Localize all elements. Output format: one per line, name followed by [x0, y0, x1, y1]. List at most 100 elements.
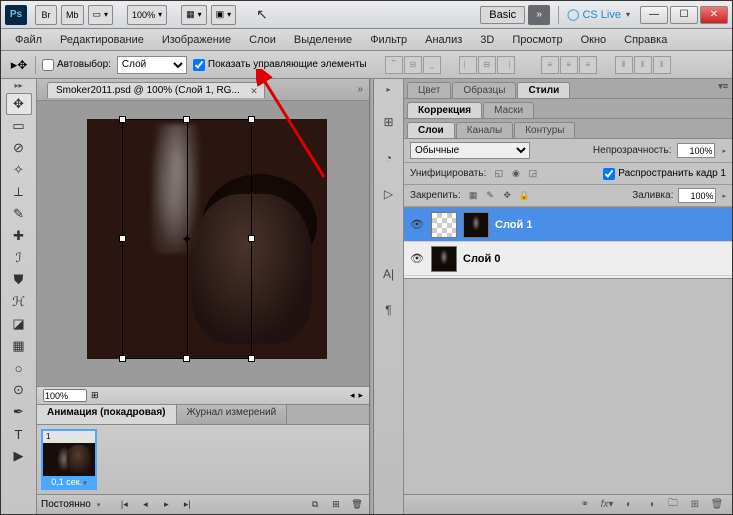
visibility-icon[interactable]: 👁 [410, 252, 425, 265]
tab-animation[interactable]: Анимация (покадровая) [37, 405, 177, 424]
align-vcenter[interactable]: ⊟ [404, 56, 422, 74]
distribute-5[interactable]: ⦀ [634, 56, 652, 74]
fx-icon[interactable]: fx▾ [598, 499, 616, 510]
new-frame[interactable]: ⊞ [328, 498, 344, 512]
paragraph-icon[interactable]: ¶ [378, 299, 400, 321]
align-hcenter[interactable]: ⊟ [478, 56, 496, 74]
transform-handle[interactable] [183, 116, 190, 123]
propagate-frame-checkbox[interactable]: Распространить кадр 1 [603, 168, 726, 180]
close-button[interactable]: ✕ [700, 6, 728, 24]
transform-handle[interactable] [248, 355, 255, 362]
menu-window[interactable]: Окно [573, 32, 615, 48]
layer-thumbnail[interactable] [431, 212, 457, 238]
group-icon[interactable]: 🗀 [664, 496, 682, 513]
heal-tool[interactable]: ✚ [6, 225, 32, 247]
layer-thumbnail[interactable] [463, 212, 489, 238]
wand-tool[interactable]: ✧ [6, 159, 32, 181]
layer-name[interactable]: Слой 0 [463, 253, 500, 265]
workspace-switcher[interactable]: » [528, 5, 550, 25]
layer-name[interactable]: Слой 1 [495, 219, 532, 231]
character-icon[interactable]: A| [378, 263, 400, 285]
blend-mode-select[interactable]: Обычные [410, 142, 530, 159]
transform-handle[interactable] [248, 116, 255, 123]
layer-row[interactable]: 👁 Слой 1 [404, 208, 732, 242]
transform-handle[interactable] [119, 355, 126, 362]
mask-icon[interactable]: ◐ [620, 499, 638, 510]
tab-styles[interactable]: Стили [517, 82, 570, 98]
navigator-icon[interactable]: ◔ [378, 147, 400, 169]
bridge-button[interactable]: Br [35, 5, 57, 25]
dodge-tool[interactable]: ⊙ [6, 379, 32, 401]
move-tool[interactable]: ✥ [6, 93, 32, 115]
tab-paths[interactable]: Контуры [514, 122, 575, 138]
histogram-icon[interactable]: ⊞ [378, 111, 400, 133]
unify-pos-icon[interactable]: ◱ [491, 166, 506, 181]
transform-handle[interactable] [248, 235, 255, 242]
close-tab-icon[interactable]: ✕ [250, 86, 258, 97]
auto-select-checkbox[interactable]: Автовыбор: [42, 59, 111, 71]
distribute-6[interactable]: ⦀ [653, 56, 671, 74]
menu-layer[interactable]: Слои [241, 32, 284, 48]
canvas[interactable]: ✦ [87, 119, 327, 359]
menu-edit[interactable]: Редактирование [52, 32, 152, 48]
loop-mode[interactable]: Постоянно [41, 499, 91, 510]
menu-filter[interactable]: Фильтр [362, 32, 415, 48]
menu-view[interactable]: Просмотр [504, 32, 570, 48]
opacity-input[interactable] [677, 143, 715, 158]
first-frame[interactable]: |◂ [116, 498, 132, 512]
prev-frame[interactable]: ◂ [137, 498, 153, 512]
history-brush-tool[interactable]: ℋ [6, 291, 32, 313]
menu-3d[interactable]: 3D [472, 32, 502, 48]
eyedropper-tool[interactable]: ✎ [6, 203, 32, 225]
next-frame[interactable]: ▸| [179, 498, 195, 512]
fill-input[interactable] [678, 188, 716, 203]
marquee-tool[interactable]: ▭ [6, 115, 32, 137]
panel-menu-icon[interactable]: ▾≡ [718, 81, 728, 92]
extras-button[interactable]: ▣ [211, 5, 237, 25]
gradient-tool[interactable]: ▦ [6, 335, 32, 357]
pen-tool[interactable]: ✒ [6, 401, 32, 423]
menu-image[interactable]: Изображение [154, 32, 239, 48]
distribute-3[interactable]: ≡ [579, 56, 597, 74]
minimize-button[interactable]: — [640, 6, 668, 24]
workspace-basic[interactable]: Basic [480, 6, 525, 24]
delete-layer-icon[interactable]: 🗑 [708, 499, 726, 510]
move-tool-preset[interactable]: ▸✥ [9, 55, 29, 75]
transform-handle[interactable] [119, 235, 126, 242]
lock-all-icon[interactable]: 🔒 [517, 188, 532, 203]
path-select-tool[interactable]: ▶ [6, 445, 32, 467]
distribute-4[interactable]: ⦀ [615, 56, 633, 74]
tab-layers[interactable]: Слои [407, 122, 455, 138]
zoom-input[interactable] [43, 389, 87, 402]
layer-row[interactable]: 👁 Слой 0 [404, 242, 732, 276]
tab-overflow[interactable]: » [357, 84, 363, 95]
tools-collapse[interactable]: ▸▸ [6, 81, 32, 93]
crop-tool[interactable]: ⟂ [6, 181, 32, 203]
lasso-tool[interactable]: ⊘ [6, 137, 32, 159]
delete-frame[interactable]: 🗑 [349, 498, 365, 512]
screen-mode-button[interactable]: ▭ [88, 5, 114, 25]
collapsed-expand[interactable]: ▸ [376, 85, 402, 97]
lock-pixels-icon[interactable]: ▦ [466, 188, 481, 203]
document-tab[interactable]: Smoker2011.psd @ 100% (Слой 1, RG... ✕ [47, 82, 265, 98]
unify-vis-icon[interactable]: ◉ [508, 166, 523, 181]
maximize-button[interactable]: ☐ [670, 6, 698, 24]
minibridge-button[interactable]: Mb [61, 5, 84, 25]
align-top[interactable]: ⎴ [385, 56, 403, 74]
new-layer-icon[interactable]: ⊞ [686, 499, 704, 510]
lock-paint-icon[interactable]: ✎ [483, 188, 498, 203]
visibility-icon[interactable]: 👁 [410, 218, 425, 231]
text-tool[interactable]: T [6, 423, 32, 445]
align-right[interactable]: ⎹ [497, 56, 515, 74]
tween[interactable]: ⧉ [307, 498, 323, 512]
adjustment-icon[interactable]: ◑ [642, 499, 660, 510]
brush-presets-icon[interactable]: ▷ [378, 183, 400, 205]
transform-handle[interactable] [119, 116, 126, 123]
layer-thumbnail[interactable] [431, 246, 457, 272]
menu-file[interactable]: Файл [7, 32, 50, 48]
tab-adjustments[interactable]: Коррекция [407, 102, 482, 118]
auto-select-target[interactable]: Слой [117, 56, 187, 74]
align-left[interactable]: ⎸ [459, 56, 477, 74]
distribute-2[interactable]: ≡ [560, 56, 578, 74]
arrange-button[interactable]: ▦ [181, 5, 207, 25]
